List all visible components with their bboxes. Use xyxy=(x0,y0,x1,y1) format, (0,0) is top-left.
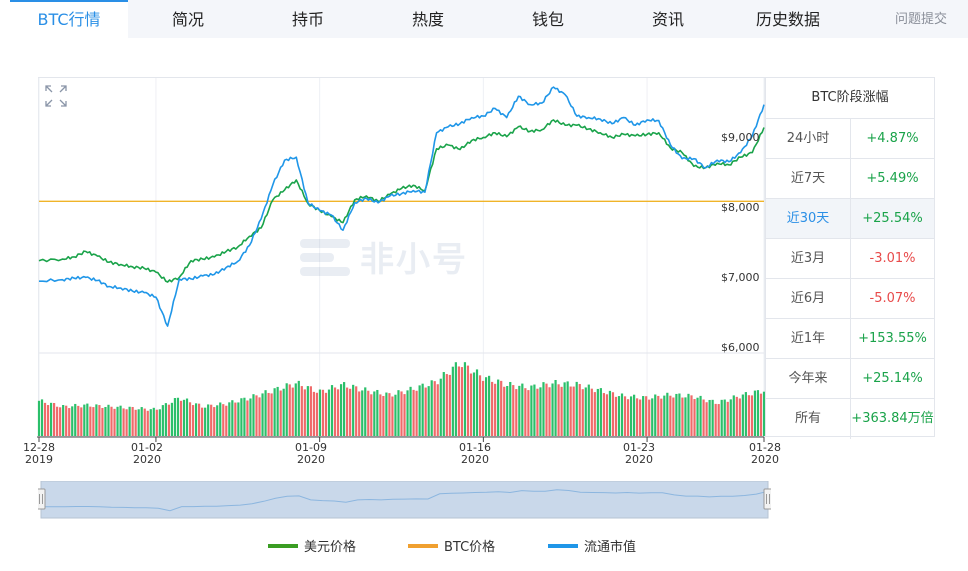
tab-wallet[interactable]: 钱包 xyxy=(488,0,608,38)
stat-value: +4.87% xyxy=(866,131,919,146)
legend-swatch xyxy=(408,543,438,548)
legend-item-market-cap[interactable]: 流通市值 xyxy=(548,536,636,555)
stat-row-3m[interactable]: 近3月 -3.01% xyxy=(766,239,934,279)
watermark-logo-icon xyxy=(300,238,350,276)
chart-legend: 美元价格 BTC价格 流通市值 xyxy=(0,536,968,555)
tab-btc-market[interactable]: BTC行情 xyxy=(10,0,128,38)
x-tick: 01-02 2020 xyxy=(122,442,172,466)
legend-item-usd-price[interactable]: 美元价格 xyxy=(268,536,356,555)
tab-news[interactable]: 资讯 xyxy=(608,0,728,38)
range-navigator[interactable] xyxy=(38,481,771,519)
stat-label: 今年来 xyxy=(766,359,851,398)
y-label-6000: $6,000 xyxy=(721,341,760,354)
x-tick-year: 2020 xyxy=(751,453,779,466)
stat-value: +5.49% xyxy=(866,171,919,186)
top-tabs: BTC行情 简况 持币 热度 钱包 资讯 历史数据 问题提交 xyxy=(0,0,968,38)
stat-row-30d[interactable]: 近30天 +25.54% xyxy=(766,199,934,239)
stat-value: -5.07% xyxy=(869,291,916,306)
legend-label: 流通市值 xyxy=(584,540,637,555)
stat-label: 近30天 xyxy=(766,199,851,238)
tab-history[interactable]: 历史数据 xyxy=(728,0,848,38)
x-tick: 01-16 2020 xyxy=(450,442,500,466)
stat-row-all[interactable]: 所有 +363.84万倍 xyxy=(766,399,934,439)
x-tick-year: 2020 xyxy=(133,453,161,466)
legend-label: BTC价格 xyxy=(444,540,496,555)
stat-label: 近6月 xyxy=(766,279,851,318)
x-tick-year: 2019 xyxy=(25,453,53,466)
stat-label: 近3月 xyxy=(766,239,851,278)
watermark-text: 非小号 xyxy=(360,240,468,280)
stat-value: +153.55% xyxy=(858,331,927,346)
tab-holdings[interactable]: 持币 xyxy=(248,0,368,38)
legend-swatch xyxy=(268,543,298,548)
stat-label: 所有 xyxy=(766,399,851,439)
legend-item-btc-price[interactable]: BTC价格 xyxy=(408,536,495,555)
x-tick: 01-23 2020 xyxy=(614,442,664,466)
stat-label: 近1年 xyxy=(766,319,851,358)
x-tick-year: 2020 xyxy=(625,453,653,466)
x-axis: 12-28 2019 01-02 2020 01-09 2020 01-16 2020 … xyxy=(0,442,968,468)
stage-gain-panel: BTC阶段涨幅 24小时 +4.87% 近7天 +5.49% 近30天 +25.… xyxy=(765,77,935,439)
stat-row-24h[interactable]: 24小时 +4.87% xyxy=(766,119,934,159)
tab-popularity[interactable]: 热度 xyxy=(368,0,488,38)
stat-value: +25.54% xyxy=(862,211,923,226)
stat-label: 24小时 xyxy=(766,119,851,158)
x-tick: 01-28 2020 xyxy=(740,442,790,466)
tab-overview[interactable]: 简况 xyxy=(128,0,248,38)
stat-row-ytd[interactable]: 今年来 +25.14% xyxy=(766,359,934,399)
x-tick-year: 2020 xyxy=(297,453,325,466)
stat-value: +363.84万倍 xyxy=(851,411,934,426)
legend-label: 美元价格 xyxy=(304,540,357,555)
stat-row-7d[interactable]: 近7天 +5.49% xyxy=(766,159,934,199)
y-label-8000: $8,000 xyxy=(721,201,760,214)
x-tick: 12-28 2019 xyxy=(14,442,64,466)
x-tick: 01-09 2020 xyxy=(286,442,336,466)
stat-value: +25.14% xyxy=(862,371,923,386)
watermark: 非小号 xyxy=(298,232,468,281)
stat-row-1y[interactable]: 近1年 +153.55% xyxy=(766,319,934,359)
legend-swatch xyxy=(548,543,578,548)
stage-gain-title: BTC阶段涨幅 xyxy=(766,78,934,119)
stat-label: 近7天 xyxy=(766,159,851,198)
y-label-9000: $9,000 xyxy=(721,131,760,144)
fullscreen-icon[interactable] xyxy=(44,84,68,108)
x-tick-year: 2020 xyxy=(461,453,489,466)
stat-value: -3.01% xyxy=(869,251,916,266)
y-label-7000: $7,000 xyxy=(721,271,760,284)
tab-report-issue[interactable]: 问题提交 xyxy=(878,0,964,38)
stat-row-6m[interactable]: 近6月 -5.07% xyxy=(766,279,934,319)
